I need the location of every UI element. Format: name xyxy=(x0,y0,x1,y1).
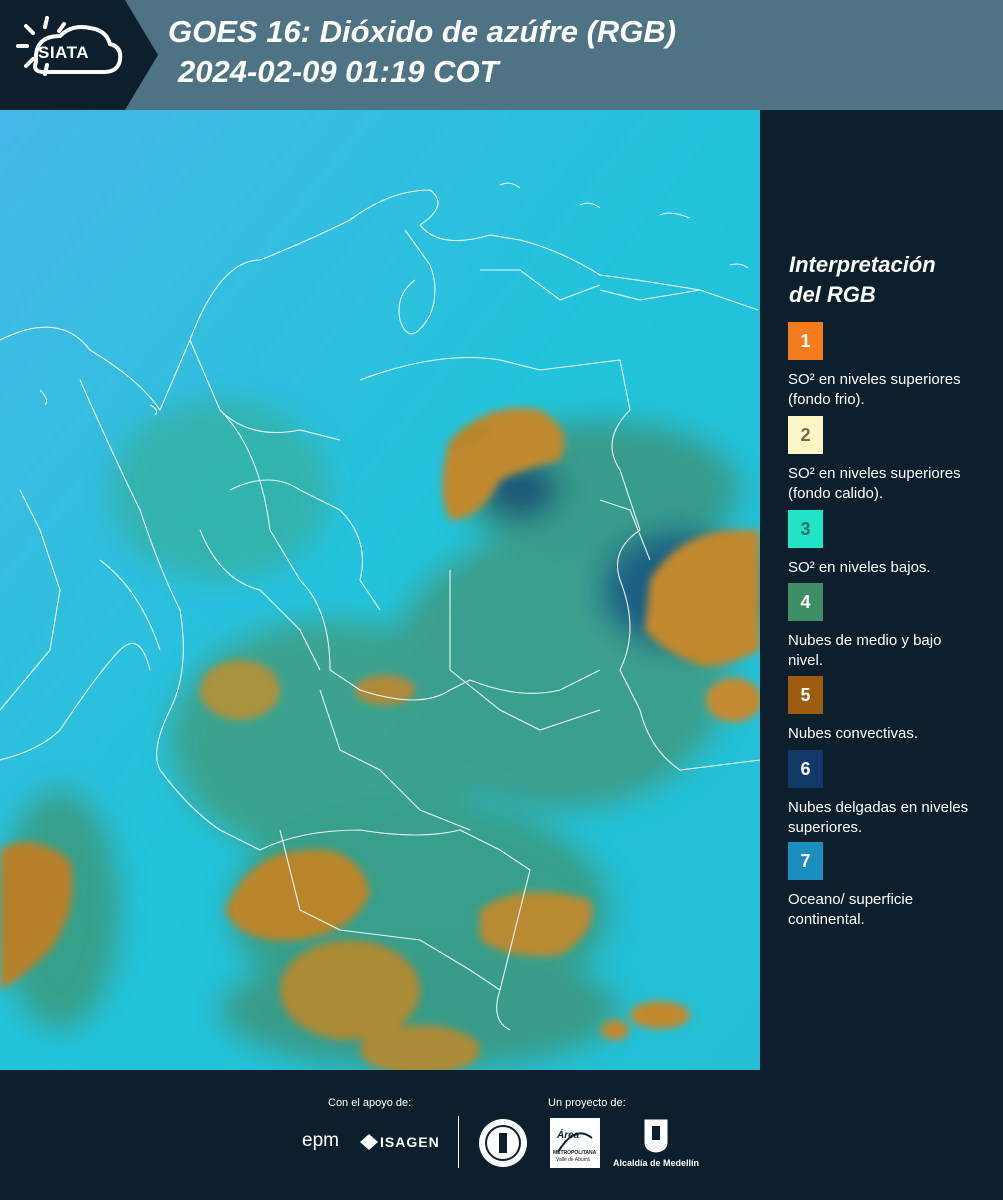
legend-item: 3 SO² en niveles bajos. xyxy=(788,510,988,578)
area-logo-line1: Área xyxy=(557,1130,580,1141)
isagen-logo-icon xyxy=(360,1134,378,1150)
legend-title-line1: Interpretación xyxy=(789,252,936,277)
medellin-seal-icon xyxy=(479,1119,527,1167)
legend-item: 6 Nubes delgadas en niveles superiores. xyxy=(788,750,988,838)
legend-item: 7 Oceano/ superficie continental. xyxy=(788,842,988,930)
legend-title-line2: del RGB xyxy=(789,282,876,307)
legend-swatch: 1 xyxy=(788,322,823,360)
page-title: GOES 16: Dióxido de azúfre (RGB) xyxy=(168,14,677,49)
legend-swatch: 5 xyxy=(788,676,823,714)
legend-title: Interpretación del RGB xyxy=(789,250,989,310)
legend-item: 5 Nubes convectivas. xyxy=(788,676,988,744)
legend-label: Nubes de medio y bajo nivel. xyxy=(788,632,942,669)
legend-label: Oceano/ superficie continental. xyxy=(788,891,914,928)
isagen-logo: ISAGEN xyxy=(380,1134,440,1150)
legend-item: 4 Nubes de medio y bajo nivel. xyxy=(788,583,988,671)
legend-label: Nubes convectivas. xyxy=(788,725,919,742)
header: SIATA GOES 16: Dióxido de azúfre (RGB) 2… xyxy=(0,0,1003,110)
footer-divider xyxy=(458,1116,459,1168)
legend-swatch: 3 xyxy=(788,510,823,548)
alcaldia-logo-text: Alcaldía de Medellín xyxy=(613,1158,700,1168)
legend-label: SO² en niveles superiores (fondo calido)… xyxy=(788,465,961,502)
legend-swatch: 2 xyxy=(788,416,823,454)
legend-label: SO² en niveles superiores (fondo frio). xyxy=(788,371,961,408)
legend-label: Nubes delgadas en niveles superiores. xyxy=(788,799,969,836)
satellite-image xyxy=(0,110,760,1070)
epm-logo: epm xyxy=(302,1130,339,1151)
area-logo-line3: Valle de Aburrá xyxy=(556,1157,590,1163)
support-label: Con el apoyo de: xyxy=(328,1097,412,1109)
satellite-map xyxy=(0,110,760,1070)
footer: Con el apoyo de: Un proyecto de: epm ISA… xyxy=(0,1070,1003,1200)
page-timestamp: 2024-02-09 01:19 COT xyxy=(178,54,499,89)
legend-swatch: 7 xyxy=(788,842,823,880)
legend-swatch: 4 xyxy=(788,583,823,621)
legend-item: 1 SO² en niveles superiores (fondo frio). xyxy=(788,322,988,410)
legend-label: SO² en niveles bajos. xyxy=(788,559,931,576)
area-logo-line2: METROPOLITANA xyxy=(553,1150,597,1156)
project-label: Un proyecto de: xyxy=(548,1097,626,1109)
alcaldia-shield-icon xyxy=(643,1118,669,1154)
legend-swatch: 6 xyxy=(788,750,823,788)
siata-logo-text: SIATA xyxy=(38,43,89,62)
legend-item: 2 SO² en niveles superiores (fondo calido… xyxy=(788,416,988,504)
